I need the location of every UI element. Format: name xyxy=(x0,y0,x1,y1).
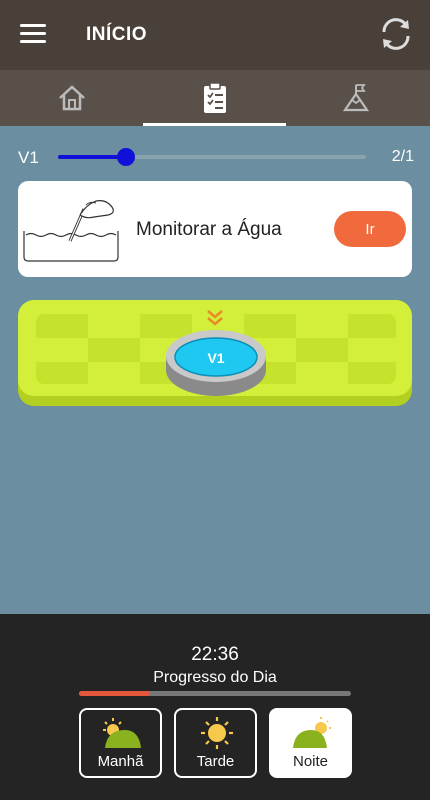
tab-home[interactable] xyxy=(0,70,143,126)
period-afternoon-button[interactable]: Tarde xyxy=(174,708,257,778)
level-node-label: V1 xyxy=(207,350,225,366)
period-label: Tarde xyxy=(196,753,235,770)
period-morning-button[interactable]: Manhã xyxy=(79,708,162,778)
day-progress-bar xyxy=(79,691,351,696)
hamburger-menu-icon[interactable] xyxy=(20,24,46,46)
task-card[interactable]: Monitorar a Água Ir xyxy=(18,181,412,277)
period-label: Noite xyxy=(292,753,329,770)
period-label: Manhã xyxy=(97,753,144,770)
level-slider-fill xyxy=(58,155,126,159)
tab-goals[interactable] xyxy=(286,70,430,126)
tab-tasks[interactable] xyxy=(143,70,286,126)
sun-behind-hill-icon xyxy=(103,718,141,748)
level-node-v1[interactable]: V1 xyxy=(164,328,268,398)
go-button[interactable]: Ir xyxy=(334,211,406,247)
home-icon xyxy=(58,85,85,111)
level-count: 2/1 xyxy=(391,148,414,165)
day-progress-label: Progresso do Dia xyxy=(153,669,277,686)
level-slider-thumb[interactable] xyxy=(116,148,135,166)
page-title: INÍCIO xyxy=(86,24,148,45)
double-chevron-down-icon xyxy=(207,310,223,326)
level-slider[interactable] xyxy=(58,148,366,166)
sun-behind-hill-icon xyxy=(293,717,331,748)
mountain-flag-icon xyxy=(343,84,370,112)
sync-icon[interactable] xyxy=(376,14,416,54)
sun-icon xyxy=(201,717,233,749)
task-label: Monitorar a Água xyxy=(136,219,282,240)
level-progress: V1 2/1 xyxy=(0,140,430,174)
tab-bar xyxy=(0,70,430,126)
footer-panel: 22:36 Progresso do Dia Manhã Tarde Noite xyxy=(0,614,430,800)
checklist-clipboard-icon xyxy=(203,82,226,113)
water-testing-pipette-illustration xyxy=(23,200,119,262)
day-progress-fill xyxy=(79,691,150,696)
level-board: V1 xyxy=(18,300,412,410)
active-tab-indicator xyxy=(143,123,286,126)
period-night-button[interactable]: Noite xyxy=(269,708,352,778)
app-bar: INÍCIO xyxy=(0,0,430,70)
current-time: 22:36 xyxy=(191,644,239,665)
level-label: V1 xyxy=(18,148,39,167)
